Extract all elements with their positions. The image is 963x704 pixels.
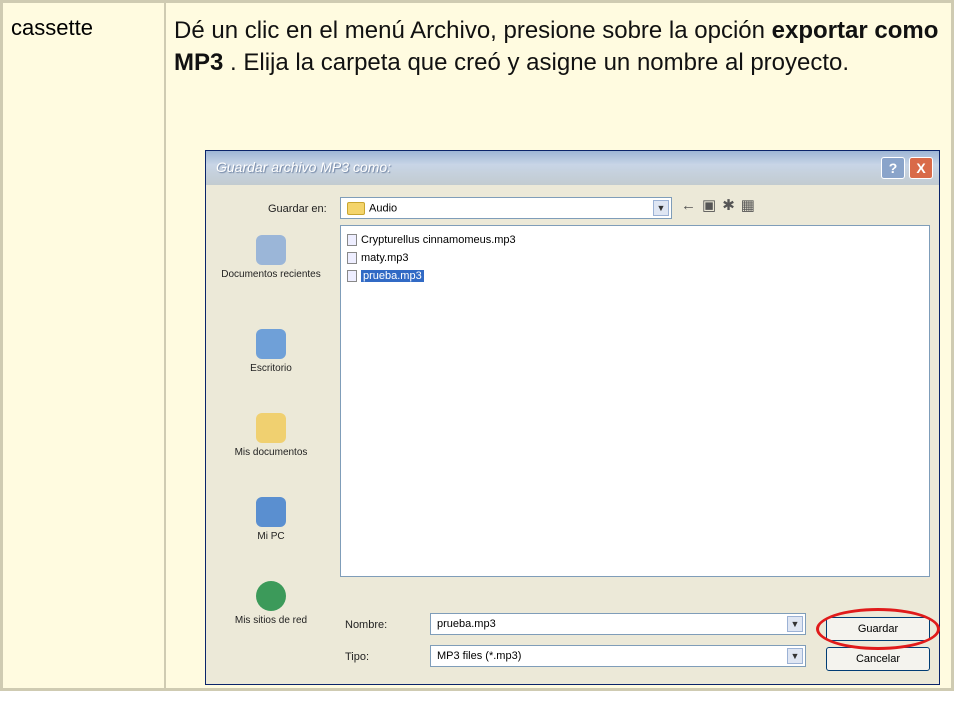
- place-my-documents[interactable]: Mis documentos: [212, 413, 330, 458]
- save-in-value-wrap: Audio: [347, 202, 397, 215]
- place-my-computer[interactable]: Mi PC: [212, 497, 330, 542]
- back-icon[interactable]: ←: [681, 197, 702, 214]
- close-button[interactable]: X: [909, 157, 933, 179]
- filename-input[interactable]: prueba.mp3 ▼: [430, 613, 806, 635]
- file-item[interactable]: maty.mp3: [347, 250, 408, 266]
- instruction-part1: Dé un clic en el menú Archivo, presione …: [174, 17, 765, 44]
- file-list[interactable]: Crypturellus cinnamomeus.mp3 maty.mp3 pr…: [340, 225, 930, 577]
- network-icon: [256, 581, 286, 611]
- page: cassette Dé un clic en el menú Archivo, …: [0, 0, 963, 704]
- dialog-title: Guardar archivo MP3 como:: [216, 159, 392, 175]
- chevron-down-icon[interactable]: ▼: [653, 200, 669, 216]
- save-in-label: Guardar en:: [268, 203, 327, 215]
- instruction-text: Dé un clic en el menú Archivo, presione …: [174, 15, 944, 79]
- place-recent[interactable]: Documentos recientes: [212, 235, 330, 280]
- filename-label: Nombre:: [345, 619, 388, 631]
- place-desktop[interactable]: Escritorio: [212, 329, 330, 374]
- file-name: maty.mp3: [361, 252, 409, 264]
- place-network[interactable]: Mis sitios de red: [212, 581, 330, 626]
- my-documents-icon: [256, 413, 286, 443]
- recent-documents-icon: [256, 235, 286, 265]
- mp3-file-icon: [347, 270, 357, 283]
- highlight-ring: [816, 608, 940, 650]
- save-dialog: Guardar archivo MP3 como: ? X Guardar en…: [205, 150, 940, 685]
- new-folder-icon[interactable]: ✱: [722, 197, 741, 214]
- file-type-value: MP3 files (*.mp3): [437, 650, 522, 662]
- file-name: Crypturellus cinnamomeus.mp3: [361, 234, 516, 246]
- help-button[interactable]: ?: [881, 157, 905, 179]
- place-label: Documentos recientes: [221, 269, 321, 280]
- mp3-file-icon: [347, 234, 357, 247]
- place-label: Escritorio: [250, 363, 292, 374]
- cancel-button[interactable]: Cancelar: [826, 647, 930, 671]
- desktop-icon: [256, 329, 286, 359]
- file-name: prueba.mp3: [361, 270, 424, 282]
- view-menu-icon[interactable]: ▦: [741, 197, 761, 214]
- chevron-down-icon[interactable]: ▼: [787, 648, 803, 664]
- filename-value: prueba.mp3: [437, 618, 496, 630]
- dialog-titlebar: Guardar archivo MP3 como: ? X: [206, 151, 939, 185]
- place-label: Mis sitios de red: [234, 615, 308, 626]
- places-bar: Documentos recientes Escritorio Mis docu…: [212, 225, 330, 626]
- up-folder-icon[interactable]: ▣: [702, 197, 722, 214]
- save-in-dropdown[interactable]: Audio ▼: [340, 197, 672, 219]
- folder-icon: [347, 202, 365, 215]
- chevron-down-icon[interactable]: ▼: [787, 616, 803, 632]
- label-cell: cassette: [3, 3, 166, 688]
- place-label: Mi PC: [257, 531, 285, 542]
- mp3-file-icon: [347, 252, 357, 265]
- save-in-value: Audio: [369, 202, 398, 215]
- dialog-toolbar: ←▣✱▦: [681, 196, 761, 214]
- label-cell-text: cassette: [11, 15, 93, 40]
- file-type-dropdown[interactable]: MP3 files (*.mp3) ▼: [430, 645, 806, 667]
- type-label: Tipo:: [345, 651, 370, 663]
- file-item-selected[interactable]: prueba.mp3: [347, 268, 424, 284]
- file-item[interactable]: Crypturellus cinnamomeus.mp3: [347, 232, 516, 248]
- my-computer-icon: [256, 497, 286, 527]
- place-label: Mis documentos: [234, 447, 308, 458]
- instruction-part2: . Elija la carpeta que creó y asigne un …: [223, 49, 850, 76]
